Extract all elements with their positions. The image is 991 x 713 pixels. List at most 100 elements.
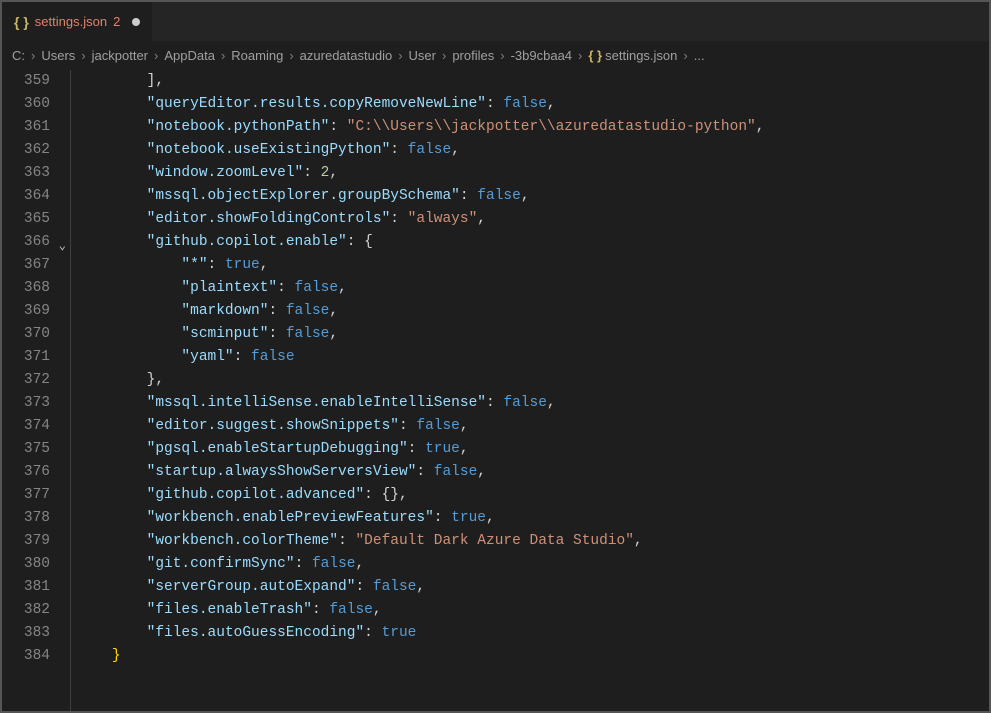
code-line[interactable]: "scminput": false, xyxy=(77,323,989,346)
token-punc: , xyxy=(477,464,486,480)
code-line[interactable]: "workbench.colorTheme": "Default Dark Az… xyxy=(77,530,989,553)
code-line[interactable]: "editor.showFoldingControls": "always", xyxy=(77,208,989,231)
editor[interactable]: 359360361362363364365366⌄367368369370371… xyxy=(2,70,989,711)
line-number: 359 xyxy=(2,70,64,93)
code-line[interactable]: "github.copilot.enable": { xyxy=(77,231,989,254)
token-key: "queryEditor.results.copyRemoveNewLine" xyxy=(147,96,486,112)
token-key: "files.autoGuessEncoding" xyxy=(147,625,365,641)
code-line[interactable]: ], xyxy=(77,70,989,93)
token-key: "notebook.pythonPath" xyxy=(147,119,330,135)
token-bool: false xyxy=(329,602,373,618)
line-number: 362 xyxy=(2,139,64,162)
tab-bar: { } settings.json 2 xyxy=(2,2,989,42)
code-line[interactable]: "notebook.useExistingPython": false, xyxy=(77,139,989,162)
code-line[interactable]: "mssql.objectExplorer.groupBySchema": fa… xyxy=(77,185,989,208)
breadcrumb-label: ... xyxy=(694,48,705,63)
breadcrumb-label: Users xyxy=(41,48,75,63)
token-punc: : xyxy=(390,142,407,158)
line-number: 368 xyxy=(2,277,64,300)
token-punc: , xyxy=(329,303,338,319)
code-line[interactable]: } xyxy=(77,645,989,668)
breadcrumb-label: azuredatastudio xyxy=(300,48,393,63)
code-line[interactable]: "mssql.intelliSense.enableIntelliSense":… xyxy=(77,392,989,415)
breadcrumb-item[interactable]: C: xyxy=(12,48,25,63)
code-line[interactable]: "yaml": false xyxy=(77,346,989,369)
token-punc: , xyxy=(547,395,556,411)
breadcrumb-item[interactable]: ... xyxy=(694,48,705,63)
dirty-indicator-icon[interactable] xyxy=(132,18,140,26)
line-number: 383 xyxy=(2,622,64,645)
token-punc: : xyxy=(355,579,372,595)
token-key: "mssql.objectExplorer.groupBySchema" xyxy=(147,188,460,204)
line-number: 363 xyxy=(2,162,64,185)
chevron-right-icon: › xyxy=(219,48,227,63)
token-key: "serverGroup.autoExpand" xyxy=(147,579,356,595)
code-line[interactable]: "github.copilot.advanced": {}, xyxy=(77,484,989,507)
token-punc: , xyxy=(260,257,269,273)
token-punc: , xyxy=(477,211,486,227)
token-str: "Default Dark Azure Data Studio" xyxy=(355,533,633,549)
code-line[interactable]: "files.autoGuessEncoding": true xyxy=(77,622,989,645)
token-punc: , xyxy=(399,487,408,503)
breadcrumb-label: profiles xyxy=(452,48,494,63)
breadcrumb-item[interactable]: { }settings.json xyxy=(588,48,677,63)
token-str: "C:\\Users\\jackpotter\\azuredatastudio-… xyxy=(347,119,756,135)
breadcrumb-label: C: xyxy=(12,48,25,63)
code-line[interactable]: "editor.suggest.showSnippets": false, xyxy=(77,415,989,438)
code-content[interactable]: ], "queryEditor.results.copyRemoveNewLin… xyxy=(70,70,989,711)
token-bool: false xyxy=(416,418,460,434)
code-line[interactable]: "markdown": false, xyxy=(77,300,989,323)
breadcrumb-item[interactable]: User xyxy=(409,48,436,63)
token-punc: : xyxy=(208,257,225,273)
breadcrumb-item[interactable]: Roaming xyxy=(231,48,283,63)
code-line[interactable]: }, xyxy=(77,369,989,392)
line-number: 377 xyxy=(2,484,64,507)
breadcrumb-item[interactable]: jackpotter xyxy=(92,48,148,63)
line-number: 369 xyxy=(2,300,64,323)
breadcrumb-item[interactable]: -3b9cbaa4 xyxy=(511,48,572,63)
code-line[interactable]: "pgsql.enableStartupDebugging": true, xyxy=(77,438,989,461)
breadcrumb-item[interactable]: AppData xyxy=(164,48,215,63)
json-file-icon: { } xyxy=(14,14,29,30)
code-line[interactable]: "serverGroup.autoExpand": false, xyxy=(77,576,989,599)
token-punc: , xyxy=(338,280,347,296)
line-number: 381 xyxy=(2,576,64,599)
token-punc: , xyxy=(521,188,530,204)
code-line[interactable]: "files.enableTrash": false, xyxy=(77,599,989,622)
chevron-right-icon: › xyxy=(440,48,448,63)
code-line[interactable]: "plaintext": false, xyxy=(77,277,989,300)
code-line[interactable]: "queryEditor.results.copyRemoveNewLine":… xyxy=(77,93,989,116)
token-punc: , xyxy=(155,73,164,89)
token-bool: false xyxy=(408,142,452,158)
token-key: "pgsql.enableStartupDebugging" xyxy=(147,441,408,457)
token-punc: : xyxy=(486,395,503,411)
token-punc: : xyxy=(486,96,503,112)
line-number: 378 xyxy=(2,507,64,530)
token-punc: , xyxy=(547,96,556,112)
tab-settings-json[interactable]: { } settings.json 2 xyxy=(2,2,153,41)
token-key: "workbench.enablePreviewFeatures" xyxy=(147,510,434,526)
code-line[interactable]: "git.confirmSync": false, xyxy=(77,553,989,576)
token-key: "git.confirmSync" xyxy=(147,556,295,572)
token-punc: : xyxy=(268,326,285,342)
token-punc: , xyxy=(460,418,469,434)
token-key: "workbench.colorTheme" xyxy=(147,533,338,549)
token-key: "editor.showFoldingControls" xyxy=(147,211,391,227)
code-line[interactable]: "*": true, xyxy=(77,254,989,277)
token-key: "files.enableTrash" xyxy=(147,602,312,618)
token-bool: true xyxy=(425,441,460,457)
token-punc: , xyxy=(756,119,765,135)
code-line[interactable]: "workbench.enablePreviewFeatures": true, xyxy=(77,507,989,530)
code-line[interactable]: "startup.alwaysShowServersView": false, xyxy=(77,461,989,484)
breadcrumb-item[interactable]: Users xyxy=(41,48,75,63)
code-line[interactable]: "notebook.pythonPath": "C:\\Users\\jackp… xyxy=(77,116,989,139)
token-punc: : xyxy=(303,165,320,181)
token-punc: : xyxy=(277,280,294,296)
code-line[interactable]: "window.zoomLevel": 2, xyxy=(77,162,989,185)
token-bool: false xyxy=(503,96,547,112)
token-bool: false xyxy=(503,395,547,411)
token-bool: false xyxy=(286,326,330,342)
breadcrumb-item[interactable]: azuredatastudio xyxy=(300,48,393,63)
breadcrumb-item[interactable]: profiles xyxy=(452,48,494,63)
line-number: 365 xyxy=(2,208,64,231)
